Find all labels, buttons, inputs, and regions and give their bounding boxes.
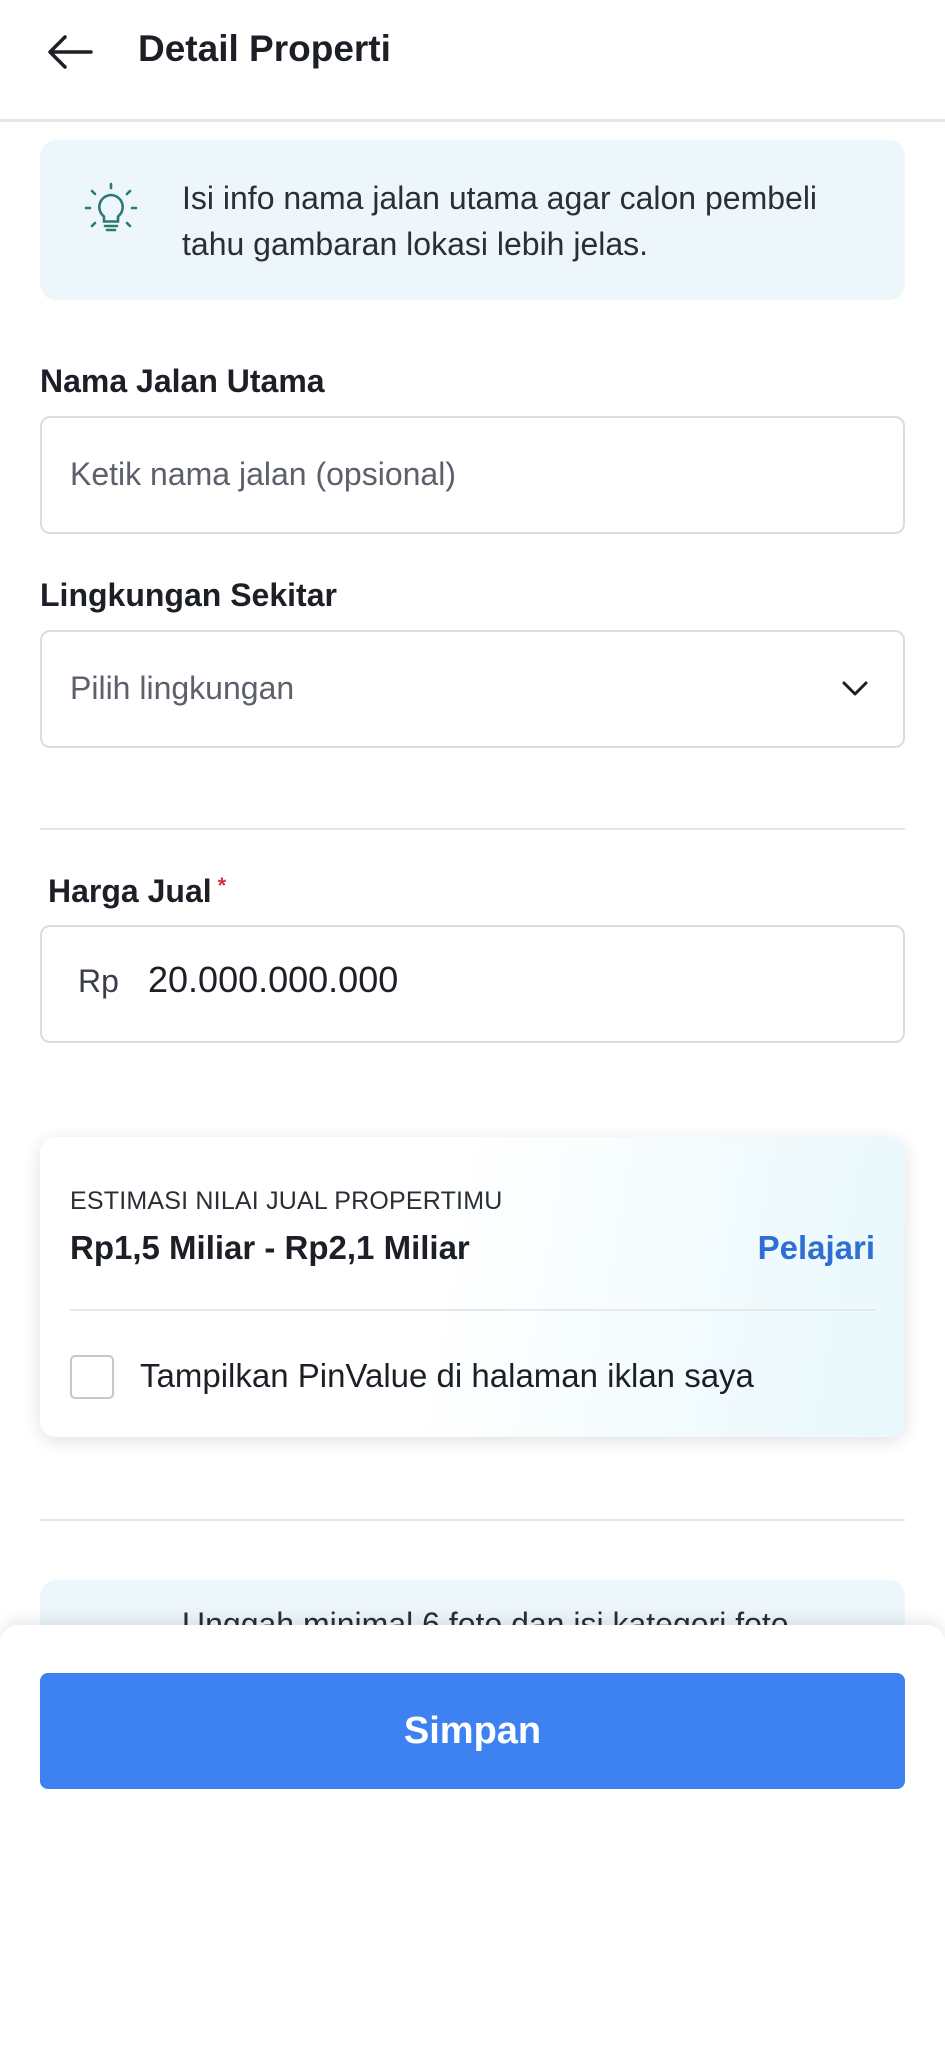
environment-select-value: Pilih lingkungan [70,670,295,706]
learn-more-link[interactable]: Pelajari [758,1229,875,1267]
estimate-divider [70,1309,875,1311]
save-button[interactable]: Simpan [40,1673,905,1789]
chevron-down-icon [842,681,868,696]
photo-tip-banner: Unggah minimal 6 foto dan isi kategori f… [40,1580,905,1625]
arrow-left-icon [48,35,93,69]
page-title: Detail Properti [138,28,391,69]
section-divider [40,1519,905,1521]
environment-select[interactable]: Pilih lingkungan [40,630,905,748]
photo-tip-text: Unggah minimal 6 foto dan isi kategori f… [182,1606,789,1625]
required-marker: * [217,873,227,898]
bottom-action-bar: Simpan [0,1625,945,2048]
currency-prefix: Rp [78,963,119,999]
estimate-range: Rp1,5 Miliar - Rp2,1 Miliar [70,1229,470,1266]
price-label: Harga Jual * [48,873,226,910]
street-tip-text: Isi info nama jalan utama agar calon pem… [182,180,818,262]
form-content[interactable]: Isi info nama jalan utama agar calon pem… [0,125,945,1625]
street-input-placeholder: Ketik nama jalan (opsional) [70,456,456,492]
environment-label: Lingkungan Sekitar [40,577,337,613]
price-estimate-card: ESTIMASI NILAI JUAL PROPERTIMU Rp1,5 Mil… [40,1137,905,1437]
price-input[interactable]: Rp 20.000.000.000 [40,925,905,1043]
estimate-caption: ESTIMASI NILAI JUAL PROPERTIMU [70,1187,503,1215]
app-header: Detail Properti [0,0,945,122]
street-input[interactable]: Ketik nama jalan (opsional) [40,416,905,534]
lightbulb-icon [84,182,138,232]
show-pinvalue-checkbox[interactable] [70,1355,114,1399]
price-label-text: Harga Jual [48,873,212,909]
show-pinvalue-label[interactable]: Tampilkan PinValue di halaman iklan saya [140,1357,754,1395]
section-divider [40,828,905,830]
street-label: Nama Jalan Utama [40,363,325,399]
street-tip-banner: Isi info nama jalan utama agar calon pem… [40,140,905,300]
price-value: 20.000.000.000 [148,959,399,1000]
back-button[interactable] [40,22,100,82]
